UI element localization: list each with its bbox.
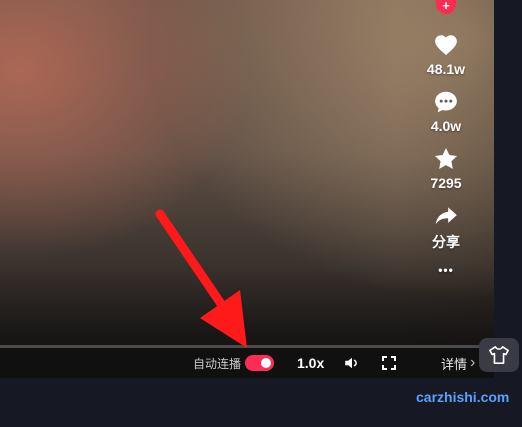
chevron-right-icon: › (470, 354, 476, 371)
details-label: 详情 (441, 356, 468, 372)
like-button[interactable]: 48.1w (427, 32, 465, 77)
volume-icon (345, 357, 357, 369)
heart-icon (435, 35, 457, 56)
details-button[interactable]: 详情 › (441, 348, 475, 378)
share-label: 分享 (432, 234, 460, 250)
fullscreen-button[interactable] (381, 348, 397, 378)
favorite-count: 7295 (430, 175, 462, 191)
playback-speed-button[interactable]: 1.0x (297, 348, 324, 378)
control-bar: 自动连播 1.0x 详情 › (0, 348, 494, 378)
follow-plus-icon[interactable]: + (436, 0, 456, 14)
action-rail: + 48.1w 4.0w 7295 分享 ••• (416, 0, 476, 277)
watermark: carzhishi.com (416, 389, 510, 405)
star-icon (434, 147, 458, 169)
more-icon: ••• (438, 263, 454, 277)
autoplay-label: 自动连播 (193, 356, 242, 371)
autoplay-toggle-knob (261, 358, 271, 368)
fullscreen-icon (382, 356, 396, 370)
favorite-button[interactable]: 7295 (430, 146, 462, 191)
side-rail (494, 0, 522, 378)
video-player[interactable]: + 48.1w 4.0w 7295 分享 ••• 自动连播 1.0x 详情 › (0, 0, 494, 378)
more-button[interactable]: ••• (438, 260, 454, 277)
comment-icon (435, 91, 457, 113)
share-button[interactable]: 分享 (432, 203, 460, 252)
theme-button[interactable] (479, 338, 519, 372)
comment-button[interactable]: 4.0w (431, 89, 461, 134)
like-count: 48.1w (426, 61, 466, 77)
autoplay-toggle[interactable] (245, 355, 274, 371)
tshirt-icon (489, 346, 509, 364)
volume-button[interactable] (343, 348, 361, 378)
comment-count: 4.0w (430, 118, 462, 134)
share-icon (435, 207, 457, 225)
